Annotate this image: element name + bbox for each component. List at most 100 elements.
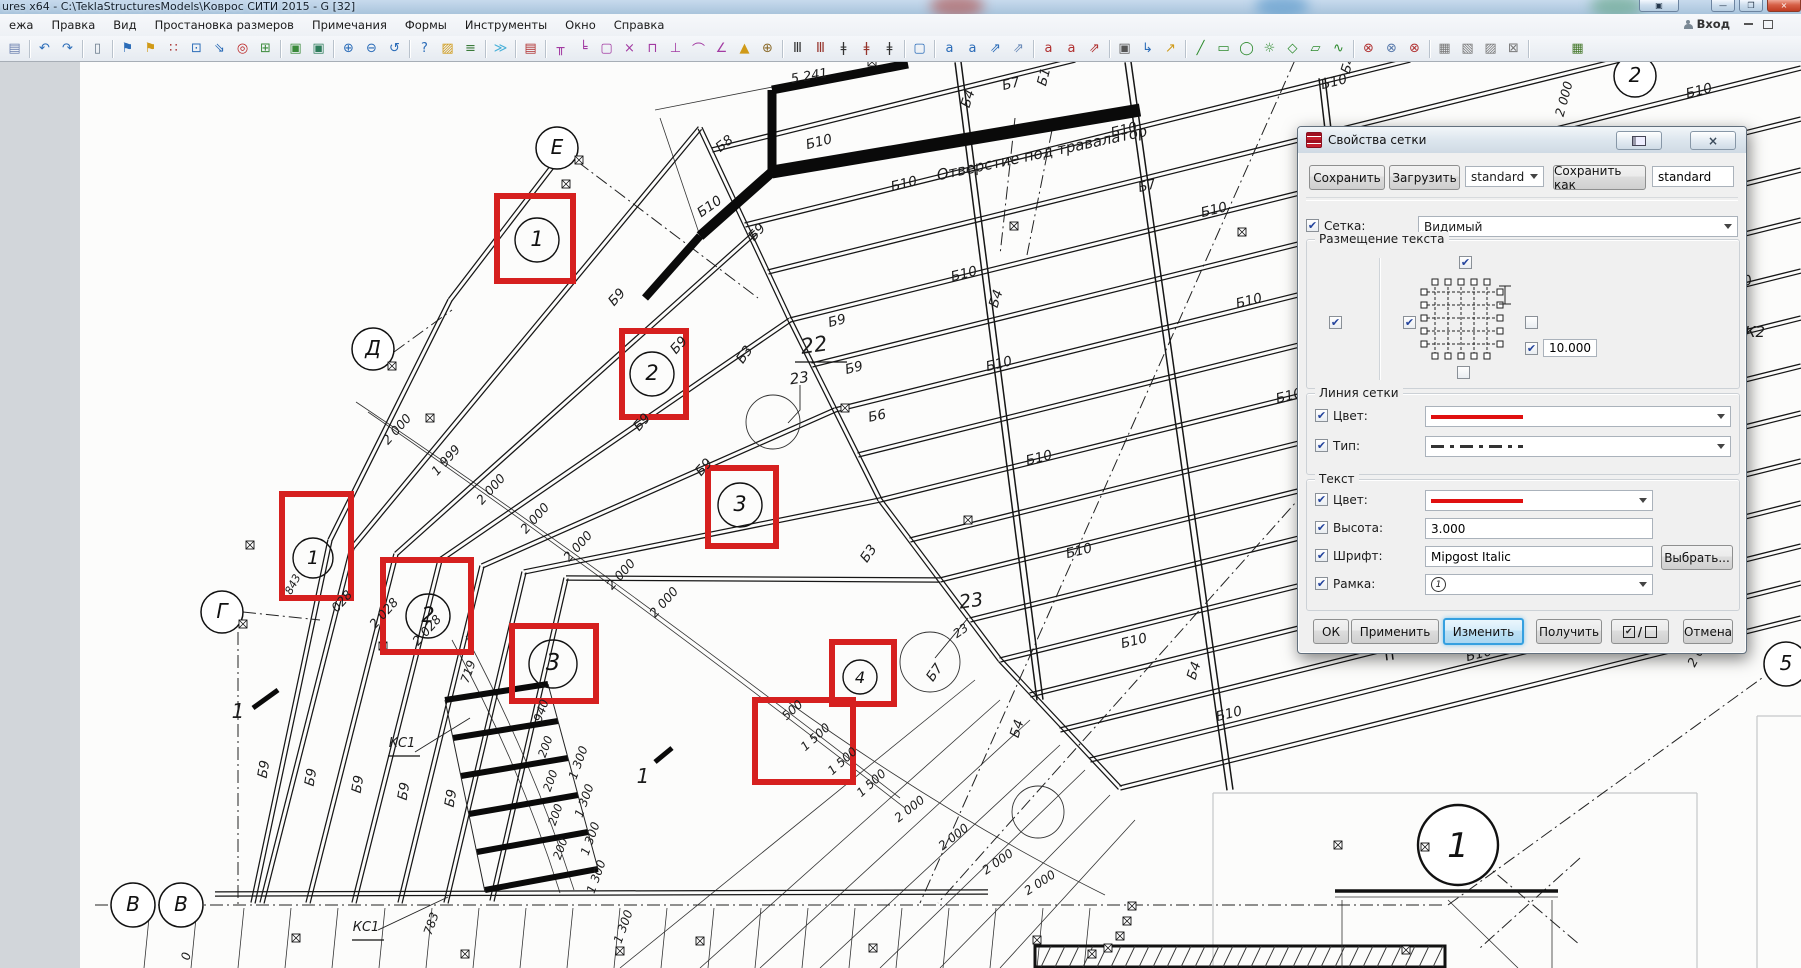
menu-item-5[interactable]: Примечания: [303, 15, 396, 35]
more-tools-icon[interactable]: ≫: [489, 37, 512, 60]
text-color-checkbox[interactable]: ✔: [1315, 493, 1328, 506]
stamp3-delete-icon[interactable]: ⊗: [1403, 37, 1426, 60]
undo-icon[interactable]: ↶: [33, 37, 56, 60]
maximize-button[interactable]: ❒: [1739, 0, 1763, 12]
draw-plate-icon[interactable]: ▱: [1304, 37, 1327, 60]
copy-view-icon[interactable]: ▣: [284, 37, 307, 60]
menu-item-1[interactable]: ежа: [0, 15, 42, 35]
menu-item-8[interactable]: Окно: [556, 15, 605, 35]
dim-angle-icon[interactable]: ∠: [710, 37, 733, 60]
text-color-select[interactable]: [1425, 490, 1653, 511]
dim-tag3-icon[interactable]: ǂ: [878, 37, 901, 60]
stamp2-delete-icon[interactable]: ⊗: [1380, 37, 1403, 60]
draw-cloud-icon[interactable]: ☼: [1258, 37, 1281, 60]
dim-perp-icon[interactable]: ╘: [572, 37, 595, 60]
placement-offset-checkbox[interactable]: ✔: [1525, 342, 1538, 355]
dim-bracket-icon[interactable]: ⊓: [641, 37, 664, 60]
stamp1-delete-icon[interactable]: ⊗: [1357, 37, 1380, 60]
draw-line-icon[interactable]: ╱: [1189, 37, 1212, 60]
select-area-icon[interactable]: ▢: [908, 37, 931, 60]
help-icon[interactable]: ?: [413, 37, 436, 60]
dim-ortho-icon[interactable]: ⊥: [664, 37, 687, 60]
dim-cross-icon[interactable]: ×: [618, 37, 641, 60]
menu-item-4[interactable]: Простановка размеров: [146, 15, 303, 35]
display-icon[interactable]: ▤: [519, 37, 542, 60]
dim-run2-icon[interactable]: Ⅲ: [809, 37, 832, 60]
toggle-all-button[interactable]: ✔/: [1611, 619, 1669, 644]
new-sheet-icon[interactable]: ▯: [86, 37, 109, 60]
nodes1-icon[interactable]: ▦: [1433, 37, 1456, 60]
nodes3-icon[interactable]: ▨: [1479, 37, 1502, 60]
pin-button[interactable]: ▣: [1639, 0, 1679, 12]
get-button[interactable]: Получить: [1536, 619, 1602, 644]
dim-target-icon[interactable]: ⊕: [756, 37, 779, 60]
login-area[interactable]: Вход: [1684, 17, 1773, 31]
zoom-previous-icon[interactable]: ↺: [383, 37, 406, 60]
list-icon[interactable]: ≡: [459, 37, 482, 60]
menu-item-9[interactable]: Справка: [605, 15, 674, 35]
close-button[interactable]: ×: [1767, 0, 1801, 12]
paste-view-icon[interactable]: ▣: [307, 37, 330, 60]
placement-left-checkbox[interactable]: ✔: [1329, 316, 1342, 329]
load-button[interactable]: Загрузить: [1389, 165, 1460, 190]
create-grid-icon[interactable]: ▦: [1566, 37, 1589, 60]
grid-properties-dialog[interactable]: Свойства сетки × Сохранить Загрузить sta…: [1297, 126, 1747, 654]
frame-checkbox[interactable]: ✔: [1315, 577, 1328, 590]
cancel-button[interactable]: Отмена: [1683, 619, 1733, 644]
note-leader2-icon[interactable]: ⇗: [1007, 37, 1030, 60]
save-as-input[interactable]: [1652, 166, 1734, 187]
add-view-icon[interactable]: ⊞: [254, 37, 277, 60]
ok-button[interactable]: ОК: [1313, 619, 1349, 644]
offset-input[interactable]: [1543, 339, 1597, 357]
line-color-checkbox[interactable]: ✔: [1315, 409, 1328, 422]
grid-visibility-select[interactable]: Видимый: [1418, 216, 1738, 237]
dim-triangle-icon[interactable]: ▲: [733, 37, 756, 60]
profile-select[interactable]: standard: [1465, 166, 1544, 187]
mark-a1-icon[interactable]: a: [1037, 37, 1060, 60]
fit-view-icon[interactable]: ⊡: [185, 37, 208, 60]
dim-run1-icon[interactable]: Ⅲ: [786, 37, 809, 60]
placement-bottom-checkbox[interactable]: [1457, 366, 1470, 379]
note-a2-icon[interactable]: a: [961, 37, 984, 60]
note-a1-icon[interactable]: a: [938, 37, 961, 60]
dim-area-icon[interactable]: ▢: [595, 37, 618, 60]
menu-item-3[interactable]: Вид: [104, 15, 145, 35]
frame-icon[interactable]: ▣: [1113, 37, 1136, 60]
text-font-input[interactable]: [1425, 546, 1653, 567]
mdi-restore-icon[interactable]: [1763, 20, 1773, 29]
dialog-close-button[interactable]: ×: [1690, 131, 1736, 150]
font-select-button[interactable]: Выбрать...: [1661, 545, 1733, 570]
pencil-icon[interactable]: ↗: [1159, 37, 1182, 60]
line-type-checkbox[interactable]: ✔: [1315, 439, 1328, 452]
line-type-select[interactable]: [1425, 436, 1731, 457]
text-height-input[interactable]: [1425, 518, 1653, 539]
grid-checkbox[interactable]: ✔: [1306, 219, 1319, 232]
mark-a2-icon[interactable]: a: [1060, 37, 1083, 60]
placement-top-checkbox[interactable]: ✔: [1459, 256, 1472, 269]
open-icon[interactable]: ▨: [436, 37, 459, 60]
redo-icon[interactable]: ↷: [56, 37, 79, 60]
note-leader1-icon[interactable]: ⇗: [984, 37, 1007, 60]
draw-rect-icon[interactable]: ▭: [1212, 37, 1235, 60]
save-button[interactable]: Сохранить: [1309, 165, 1385, 190]
pan-icon[interactable]: ⇘: [208, 37, 231, 60]
nodes4-icon[interactable]: ⊠: [1502, 37, 1525, 60]
origin-icon[interactable]: ◎: [231, 37, 254, 60]
dim-tag2-icon[interactable]: ǂ: [855, 37, 878, 60]
text-font-checkbox[interactable]: ✔: [1315, 549, 1328, 562]
nodes2-icon[interactable]: ▧: [1456, 37, 1479, 60]
save-icon[interactable]: ▤: [3, 37, 26, 60]
dim-tag1-icon[interactable]: ǂ: [832, 37, 855, 60]
flag-blue-icon[interactable]: ⚑: [116, 37, 139, 60]
points-icon[interactable]: ∷: [162, 37, 185, 60]
arrow-plus-icon[interactable]: ↳: [1136, 37, 1159, 60]
menu-item-7[interactable]: Инструменты: [456, 15, 556, 35]
text-height-checkbox[interactable]: ✔: [1315, 521, 1328, 534]
minimize-button[interactable]: —: [1711, 0, 1735, 12]
menu-item-6[interactable]: Формы: [396, 15, 456, 35]
zoom-out-icon[interactable]: ⊖: [360, 37, 383, 60]
draw-curve-icon[interactable]: ∿: [1327, 37, 1350, 60]
title-bar[interactable]: ures x64 - C:\TeklaStructuresModels\Ковр…: [0, 0, 1801, 15]
line-color-select[interactable]: [1425, 406, 1731, 427]
placement-grid-left-checkbox[interactable]: ✔: [1403, 316, 1416, 329]
